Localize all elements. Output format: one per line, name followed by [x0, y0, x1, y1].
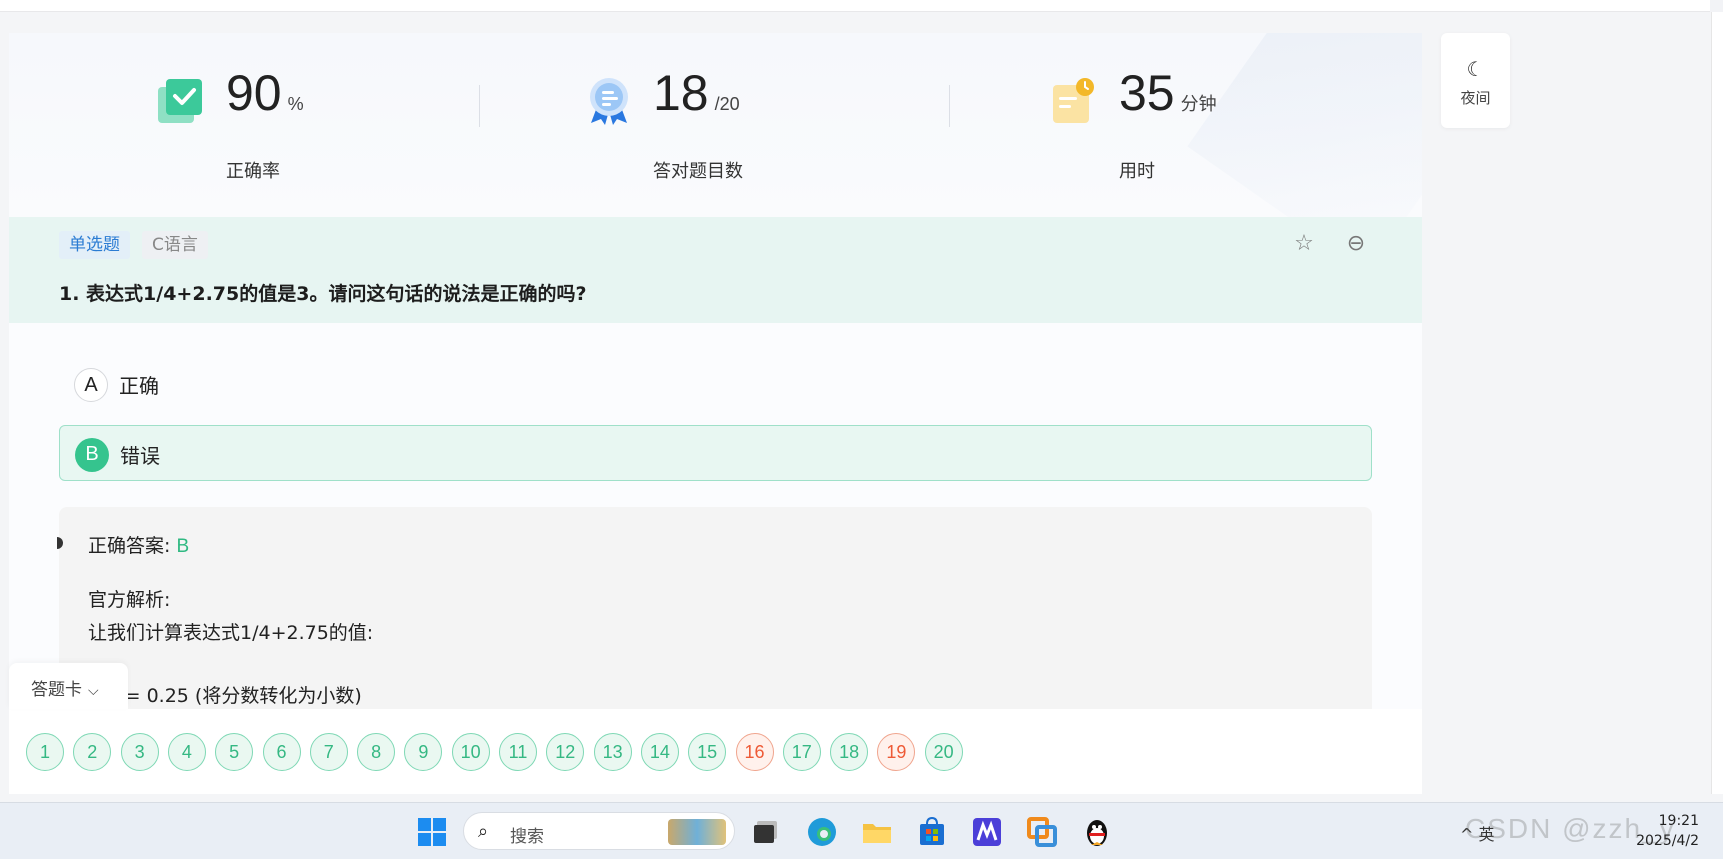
question-header: 单选题 C语言 ☆ ⊖ 1. 表达式1/4+2.75的值是3。请问这句话的说法是… [9, 217, 1422, 323]
remove-circle-icon[interactable]: ⊖ [1343, 231, 1369, 257]
explanation-heading: 官方解析: [88, 589, 171, 611]
option-b-text: 错误 [120, 444, 160, 468]
answer-card-number-8[interactable]: 8 [357, 733, 396, 771]
correct-count-value: 18/20 [653, 65, 740, 121]
correct-answer-value: B [176, 536, 190, 557]
award-medal-icon [590, 78, 628, 125]
answer-card-number-10[interactable]: 10 [451, 733, 490, 771]
qq-penguin-icon[interactable] [1080, 815, 1114, 849]
task-view-icon[interactable] [749, 815, 783, 849]
answer-card-number-15[interactable]: 15 [688, 733, 727, 771]
answer-card-toggle[interactable]: 答题卡 ⌵ [9, 663, 128, 709]
search-placeholder: 搜索 [510, 827, 544, 847]
explanation-line: 让我们计算表达式1/4+2.75的值: [88, 622, 374, 644]
browser-top-strip [0, 0, 1710, 12]
option-b-letter: B [75, 438, 109, 472]
answer-card-number-18[interactable]: 18 [830, 733, 869, 771]
option-b[interactable]: B 错误 [59, 425, 1372, 481]
answer-card-number-13[interactable]: 13 [593, 733, 632, 771]
answer-card-number-7[interactable]: 7 [309, 733, 348, 771]
language-tag: C语言 [142, 231, 208, 259]
answer-card-number-16[interactable]: 16 [735, 733, 774, 771]
microsoft-store-icon[interactable] [915, 815, 949, 849]
option-a[interactable]: A 正确 [59, 356, 1372, 412]
correct-answer: 正确答案: B [88, 535, 190, 557]
answer-card-number-6[interactable]: 6 [262, 733, 301, 771]
clock-time: 19:21 [1658, 813, 1699, 829]
answer-card-number-11[interactable]: 11 [499, 733, 537, 771]
accuracy-unit: % [287, 94, 304, 114]
search-icon: ⌕ [478, 821, 489, 842]
answer-card-number-5[interactable]: 5 [215, 733, 254, 771]
taskbar-search[interactable]: ⌕ 搜索 [463, 812, 735, 850]
answer-card-number-17[interactable]: 17 [782, 733, 821, 771]
taskbar-clock[interactable]: 19:21 2025/4/2 [1636, 811, 1699, 851]
answer-card-number-4[interactable]: 4 [167, 733, 206, 771]
windows-taskbar: ⌕ 搜索 ^ 英 CSDN @zzh_y 19:21 2025/4/2 [0, 802, 1723, 859]
time-unit: 分钟 [1180, 94, 1217, 114]
time-value: 35 分钟 [1119, 65, 1217, 121]
divider [949, 85, 950, 127]
stats-header: 90% 正确率 18/20 答对题目数 35 分钟 用时 [9, 33, 1422, 273]
explanation-marker [57, 537, 63, 549]
answer-card-number-1[interactable]: 1 [26, 733, 64, 771]
clock-date: 2025/4/2 [1636, 833, 1699, 849]
clock-note-icon [1053, 78, 1094, 123]
answer-card-number-3[interactable]: 3 [120, 733, 159, 771]
right-scroll-edge [1711, 12, 1723, 794]
star-icon[interactable]: ☆ [1291, 231, 1317, 257]
search-highlight-image [668, 819, 726, 845]
option-a-text: 正确 [119, 374, 159, 398]
vmware-icon[interactable] [1025, 815, 1059, 849]
edge-browser-icon[interactable] [805, 815, 839, 849]
correct-count-label: 答对题目数 [653, 161, 743, 182]
file-explorer-icon[interactable] [860, 815, 894, 849]
chevron-down-icon: ⌵ [88, 683, 99, 699]
check-card-icon [158, 79, 202, 123]
windows-start-icon[interactable] [415, 815, 449, 849]
accuracy-label: 正确率 [226, 161, 280, 182]
moon-icon: ☾ [1466, 57, 1485, 81]
question-type-tag: 单选题 [59, 231, 130, 259]
accuracy-value: 90% [226, 65, 304, 121]
app-m-icon[interactable] [970, 815, 1004, 849]
night-mode-button[interactable]: ☾ 夜间 [1441, 33, 1510, 128]
night-mode-label: 夜间 [1460, 89, 1491, 107]
quiz-result-panel: 90% 正确率 18/20 答对题目数 35 分钟 用时 单选题 C语言 ☆ ⊖… [9, 33, 1422, 794]
correct-count-unit: /20 [714, 94, 740, 114]
time-label: 用时 [1119, 161, 1155, 182]
explanation-line: 1/4 = 0.25 (将分数转化为小数) [88, 685, 362, 707]
divider [479, 85, 480, 127]
answer-card-number-20[interactable]: 20 [924, 733, 963, 771]
answer-card-number-14[interactable]: 14 [640, 733, 679, 771]
question-title: 1. 表达式1/4+2.75的值是3。请问这句话的说法是正确的吗? [59, 283, 587, 305]
option-a-letter: A [74, 368, 108, 402]
